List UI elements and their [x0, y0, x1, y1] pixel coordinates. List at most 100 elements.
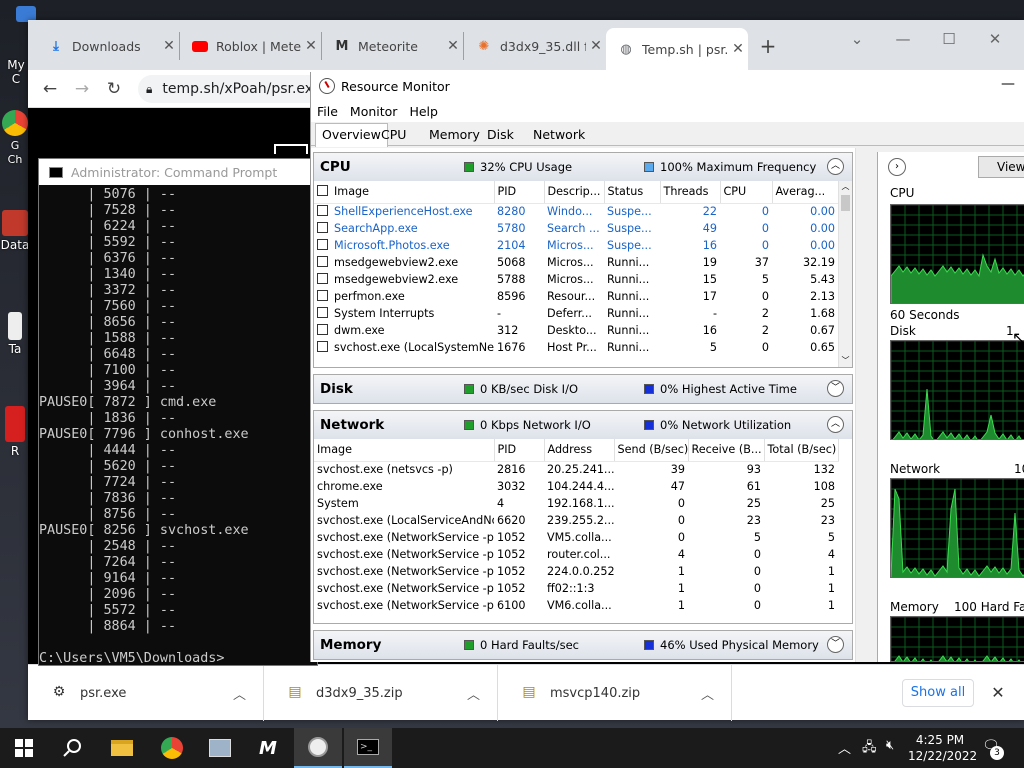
- show-all-button[interactable]: Show all: [902, 679, 974, 707]
- process-checkbox[interactable]: [317, 290, 328, 301]
- tab-meteorite[interactable]: M Meteorite ✕: [322, 32, 464, 60]
- cpu-process-row[interactable]: System Interrupts - Deferr... Runni... - 2 1.6…: [314, 305, 838, 322]
- network-process-row[interactable]: chrome.exe 3032 104.244.4... 47 61 108: [314, 478, 838, 495]
- network-process-row[interactable]: svchost.exe (LocalServiceAndNo... 6620 239…: [314, 512, 838, 529]
- desktop-icon-ta[interactable]: Ta: [0, 312, 30, 356]
- cpu-process-row[interactable]: msedgewebview2.exe 5788 Micros... Runni... 1…: [314, 271, 838, 288]
- minimize-button[interactable]: —: [880, 26, 926, 52]
- taskbar-meteorite[interactable]: M: [244, 728, 292, 768]
- chevron-up-icon[interactable]: ︿: [233, 684, 263, 703]
- show-hidden-icons-chevron[interactable]: ︿: [838, 738, 851, 757]
- disk-section-header[interactable]: Disk 0 KB/sec Disk I/O 0% Highest Active…: [314, 375, 852, 403]
- scroll-thumb[interactable]: [841, 195, 850, 211]
- cpu-table-scrollbar[interactable]: ︿ ﹀: [838, 181, 852, 367]
- scroll-up-icon[interactable]: ︿: [839, 181, 852, 193]
- forward-button[interactable]: →: [68, 76, 96, 102]
- network-column-header[interactable]: PID: [494, 439, 545, 462]
- network-column-header[interactable]: Image: [314, 439, 495, 462]
- cpu-column-header[interactable]: Averag...: [772, 181, 839, 204]
- taskbar-resource-monitor[interactable]: [294, 728, 342, 768]
- taskbar-clock[interactable]: 4:25 PM 12/22/2022: [908, 732, 977, 764]
- start-button[interactable]: [0, 728, 48, 768]
- menu-monitor[interactable]: Monitor: [350, 104, 398, 119]
- collapse-chevron-icon[interactable]: ︿: [827, 158, 844, 175]
- network-column-header[interactable]: Total (B/sec): [764, 439, 839, 462]
- select-all-checkbox[interactable]: [317, 185, 328, 197]
- volume-muted-icon[interactable]: 🔇︎: [886, 738, 894, 753]
- cpu-column-header[interactable]: Descrip...: [544, 181, 605, 204]
- network-column-header[interactable]: Send (B/sec): [614, 439, 689, 462]
- minimize-button[interactable]: —: [1001, 76, 1015, 92]
- network-section-header[interactable]: Network 0 Kbps Network I/O 0% Network Ut…: [314, 411, 852, 439]
- download-item-msvcp140[interactable]: ▤ msvcp140.zip ︿: [498, 665, 732, 721]
- download-item-psr[interactable]: ⚙ psr.exe ︿: [28, 665, 264, 721]
- close-tab-icon[interactable]: ✕: [586, 38, 606, 54]
- chevron-up-icon[interactable]: ︿: [701, 684, 731, 703]
- desktop-icon-data[interactable]: Data: [0, 210, 30, 252]
- cpu-process-row[interactable]: msedgewebview2.exe 5068 Micros... Runni... 1…: [314, 254, 838, 271]
- network-column-header[interactable]: Address: [544, 439, 615, 462]
- process-checkbox[interactable]: [317, 273, 328, 284]
- tab-memory[interactable]: Memory: [423, 124, 486, 146]
- cpu-process-row[interactable]: Microsoft.Photos.exe 2104 Micros... Suspe..…: [314, 237, 838, 254]
- menu-file[interactable]: File: [317, 104, 338, 119]
- cpu-section-header[interactable]: CPU 32% CPU Usage 100% Maximum Frequency…: [314, 153, 852, 181]
- network-process-row[interactable]: svchost.exe (NetworkService -p) 1052 route…: [314, 546, 838, 563]
- close-tab-icon[interactable]: ✕: [728, 41, 748, 57]
- taskbar-command-prompt[interactable]: >_: [344, 728, 392, 768]
- new-tab-button[interactable]: +: [754, 32, 782, 60]
- close-download-bar-icon[interactable]: ✕: [988, 679, 1008, 707]
- chevron-up-icon[interactable]: ︿: [467, 684, 497, 703]
- expand-chevron-icon[interactable]: ﹀: [827, 636, 844, 653]
- cpu-column-header[interactable]: Status: [604, 181, 661, 204]
- collapse-chevron-icon[interactable]: ︿: [827, 416, 844, 433]
- desktop-icon-chrome[interactable]: G Ch: [0, 110, 30, 166]
- scroll-down-icon[interactable]: ﹀: [839, 355, 852, 367]
- cpu-column-header[interactable]: CPU: [720, 181, 773, 204]
- cpu-process-row[interactable]: ShellExperienceHost.exe 8280 Windo... Suspe…: [314, 203, 838, 220]
- tab-network[interactable]: Network: [527, 124, 591, 146]
- overview-scrollbar[interactable]: [855, 148, 871, 662]
- network-process-row[interactable]: svchost.exe (NetworkService -p) 1052 VM5.c…: [314, 529, 838, 546]
- expand-graphs-icon[interactable]: ›: [888, 158, 906, 176]
- search-button[interactable]: [48, 728, 96, 768]
- tab-downloads[interactable]: ⤓ Downloads ✕: [36, 32, 180, 60]
- cpu-column-header[interactable]: Threads: [660, 181, 721, 204]
- download-item-d3dx9[interactable]: ▤ d3dx9_35.zip ︿: [264, 665, 498, 721]
- network-process-row[interactable]: svchost.exe (NetworkService -p) 1052 ff02:…: [314, 580, 838, 597]
- process-checkbox[interactable]: [317, 205, 328, 217]
- memory-section-header[interactable]: Memory 0 Hard Faults/sec 46% Used Physic…: [314, 631, 852, 659]
- taskbar-control-panel[interactable]: [196, 728, 244, 768]
- tab-disk[interactable]: Disk: [481, 124, 520, 146]
- cpu-process-row[interactable]: perfmon.exe 8596 Resour... Runni... 17 0 2.13: [314, 288, 838, 305]
- process-checkbox[interactable]: [317, 341, 328, 352]
- cpu-column-header[interactable]: Image: [314, 181, 495, 204]
- cpu-process-row[interactable]: svchost.exe (LocalSystemNet... 1676 Host P…: [314, 339, 838, 356]
- network-process-row[interactable]: svchost.exe (NetworkService -p) 1052 224.0…: [314, 563, 838, 580]
- views-button[interactable]: Views: [978, 156, 1024, 178]
- process-checkbox[interactable]: [317, 239, 328, 250]
- process-checkbox[interactable]: [317, 222, 328, 233]
- tab-d3dx9[interactable]: ✺ d3dx9_35.dll fr ✕: [464, 32, 606, 60]
- network-process-row[interactable]: svchost.exe (NetworkService -p) 6100 VM6.c…: [314, 597, 838, 614]
- taskbar-chrome[interactable]: [148, 728, 196, 768]
- maximize-button[interactable]: ☐: [926, 26, 972, 52]
- command-prompt-window[interactable]: Administrator: Command Prompt | 5076 | -…: [38, 158, 318, 666]
- cmd-output[interactable]: | 5076 | -- | 7528 | -- | 6224 | -- | 55…: [39, 187, 317, 665]
- back-button[interactable]: ←: [36, 76, 64, 102]
- cpu-process-row[interactable]: dwm.exe 312 Deskto... Runni... 16 2 0.67: [314, 322, 838, 339]
- close-tab-icon[interactable]: ✕: [443, 38, 463, 54]
- cpu-column-header[interactable]: PID: [494, 181, 545, 204]
- tab-search-icon[interactable]: ⌄: [834, 26, 880, 52]
- network-column-header[interactable]: Receive (B...: [688, 439, 765, 462]
- expand-chevron-icon[interactable]: ﹀: [827, 380, 844, 397]
- close-window-button[interactable]: ✕: [972, 26, 1018, 52]
- taskbar-file-explorer[interactable]: [98, 728, 146, 768]
- menu-help[interactable]: Help: [409, 104, 438, 119]
- desktop-icon-my-computer[interactable]: My C: [0, 6, 36, 86]
- network-process-row[interactable]: System 4 192.168.1.... 0 25 25: [314, 495, 838, 512]
- reload-button[interactable]: ↻: [100, 76, 128, 102]
- close-tab-icon[interactable]: ✕: [159, 38, 179, 54]
- close-tab-icon[interactable]: ✕: [301, 38, 321, 54]
- process-checkbox[interactable]: [317, 256, 328, 267]
